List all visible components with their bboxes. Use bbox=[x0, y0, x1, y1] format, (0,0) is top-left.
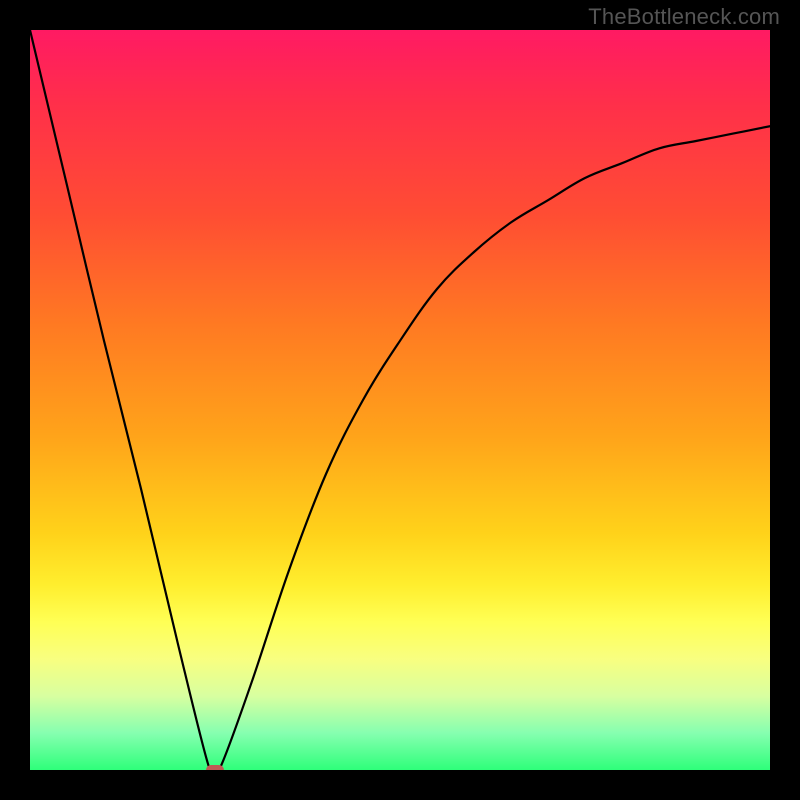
curve-min-marker bbox=[206, 765, 224, 770]
plot-area bbox=[30, 30, 770, 770]
bottleneck-curve bbox=[30, 30, 770, 770]
chart-frame: TheBottleneck.com bbox=[0, 0, 800, 800]
watermark-label: TheBottleneck.com bbox=[588, 4, 780, 30]
